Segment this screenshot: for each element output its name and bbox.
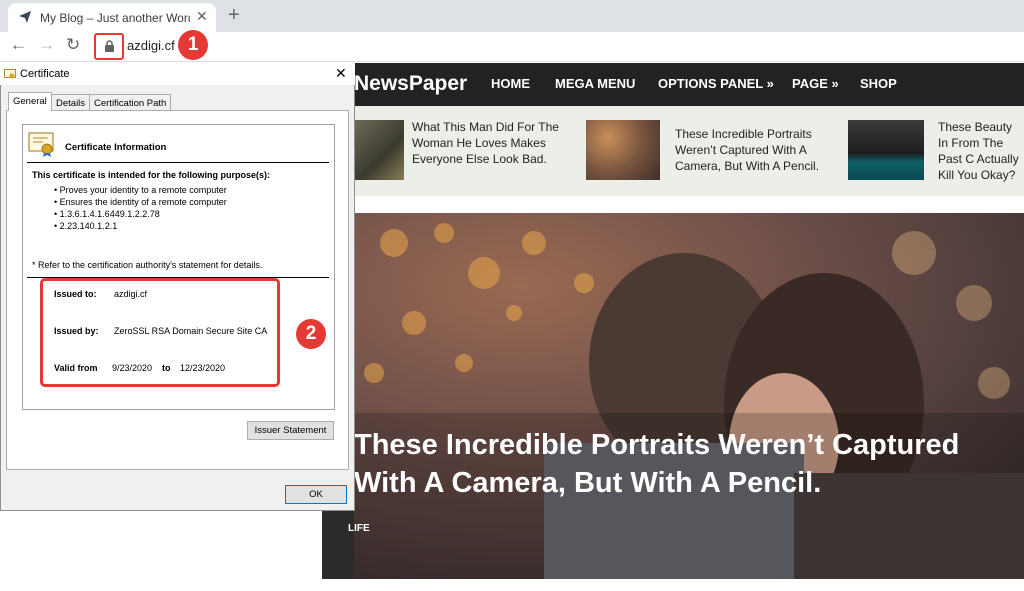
hero-category[interactable]: LIFE [348,523,370,534]
site-dark-edge [322,510,354,579]
purpose-item-3: • 1.3.6.1.4.1.6449.1.2.2.78 [54,209,160,219]
post-title-1[interactable]: What This Man Did For The Woman He Loves… [412,119,567,167]
tab-certification-path[interactable]: Certification Path [89,94,172,111]
issuer-statement-button[interactable]: Issuer Statement [247,421,334,440]
nav-options-panel[interactable]: OPTIONS PANEL » [658,76,774,91]
browser-tab[interactable]: My Blog – Just another WordPre ✕ [8,3,216,32]
purpose-heading: This certificate is intended for the fol… [32,170,271,180]
nav-shop[interactable]: SHOP [860,76,897,91]
nav-home[interactable]: HOME [491,76,530,91]
reload-icon[interactable]: ↻ [66,35,80,55]
post-thumbnail-2[interactable] [586,120,660,180]
nav-page[interactable]: PAGE » [792,76,839,91]
tab-general[interactable]: General [8,92,52,111]
tab-close-icon[interactable]: ✕ [196,8,208,25]
address-bar-url[interactable]: azdigi.cf [127,38,175,53]
lock-icon[interactable] [104,40,115,52]
nav-mega-menu[interactable]: MEGA MENU [555,76,635,91]
purpose-item-4: • 2.23.140.1.2.1 [54,221,118,231]
hero-photo [354,213,1024,579]
hero-image[interactable] [354,213,1024,579]
issuer-highlight-box [40,278,280,387]
dialog-title: Certificate [20,68,70,80]
step-badge-1: 1 [178,30,208,60]
purpose-item-1: • Proves your identity to a remote compu… [54,185,227,195]
certificate-badge-icon [28,132,54,157]
ok-button[interactable]: OK [285,485,347,504]
post-thumbnail-1[interactable] [354,120,404,180]
post-title-3[interactable]: These Beauty In From The Past C Actually… [938,119,1024,183]
hero-title[interactable]: These Incredible Portraits Weren’t Captu… [354,426,1024,502]
step-badge-2: 2 [296,319,326,349]
wordpress-logo-icon [19,11,31,23]
refer-note: * Refer to the certification authority's… [32,260,263,270]
certificate-icon [4,69,16,79]
back-arrow-icon[interactable]: ← [10,35,27,55]
post-thumbnail-3[interactable] [848,120,924,180]
forward-arrow-icon[interactable]: → [38,35,55,55]
tab-details[interactable]: Details [51,94,91,111]
purpose-item-2: • Ensures the identity of a remote compu… [54,197,227,207]
site-logo[interactable]: NewsPaper [354,72,467,96]
dialog-titlebar: Certificate ✕ [0,63,355,85]
dialog-close-icon[interactable]: ✕ [335,65,347,82]
info-divider-top [27,162,329,163]
tab-title: My Blog – Just another WordPre [40,11,190,25]
post-title-2[interactable]: These Incredible Portraits Weren’t Captu… [675,126,825,174]
new-tab-button[interactable]: + [228,4,240,27]
certificate-info-heading: Certificate Information [65,142,167,153]
